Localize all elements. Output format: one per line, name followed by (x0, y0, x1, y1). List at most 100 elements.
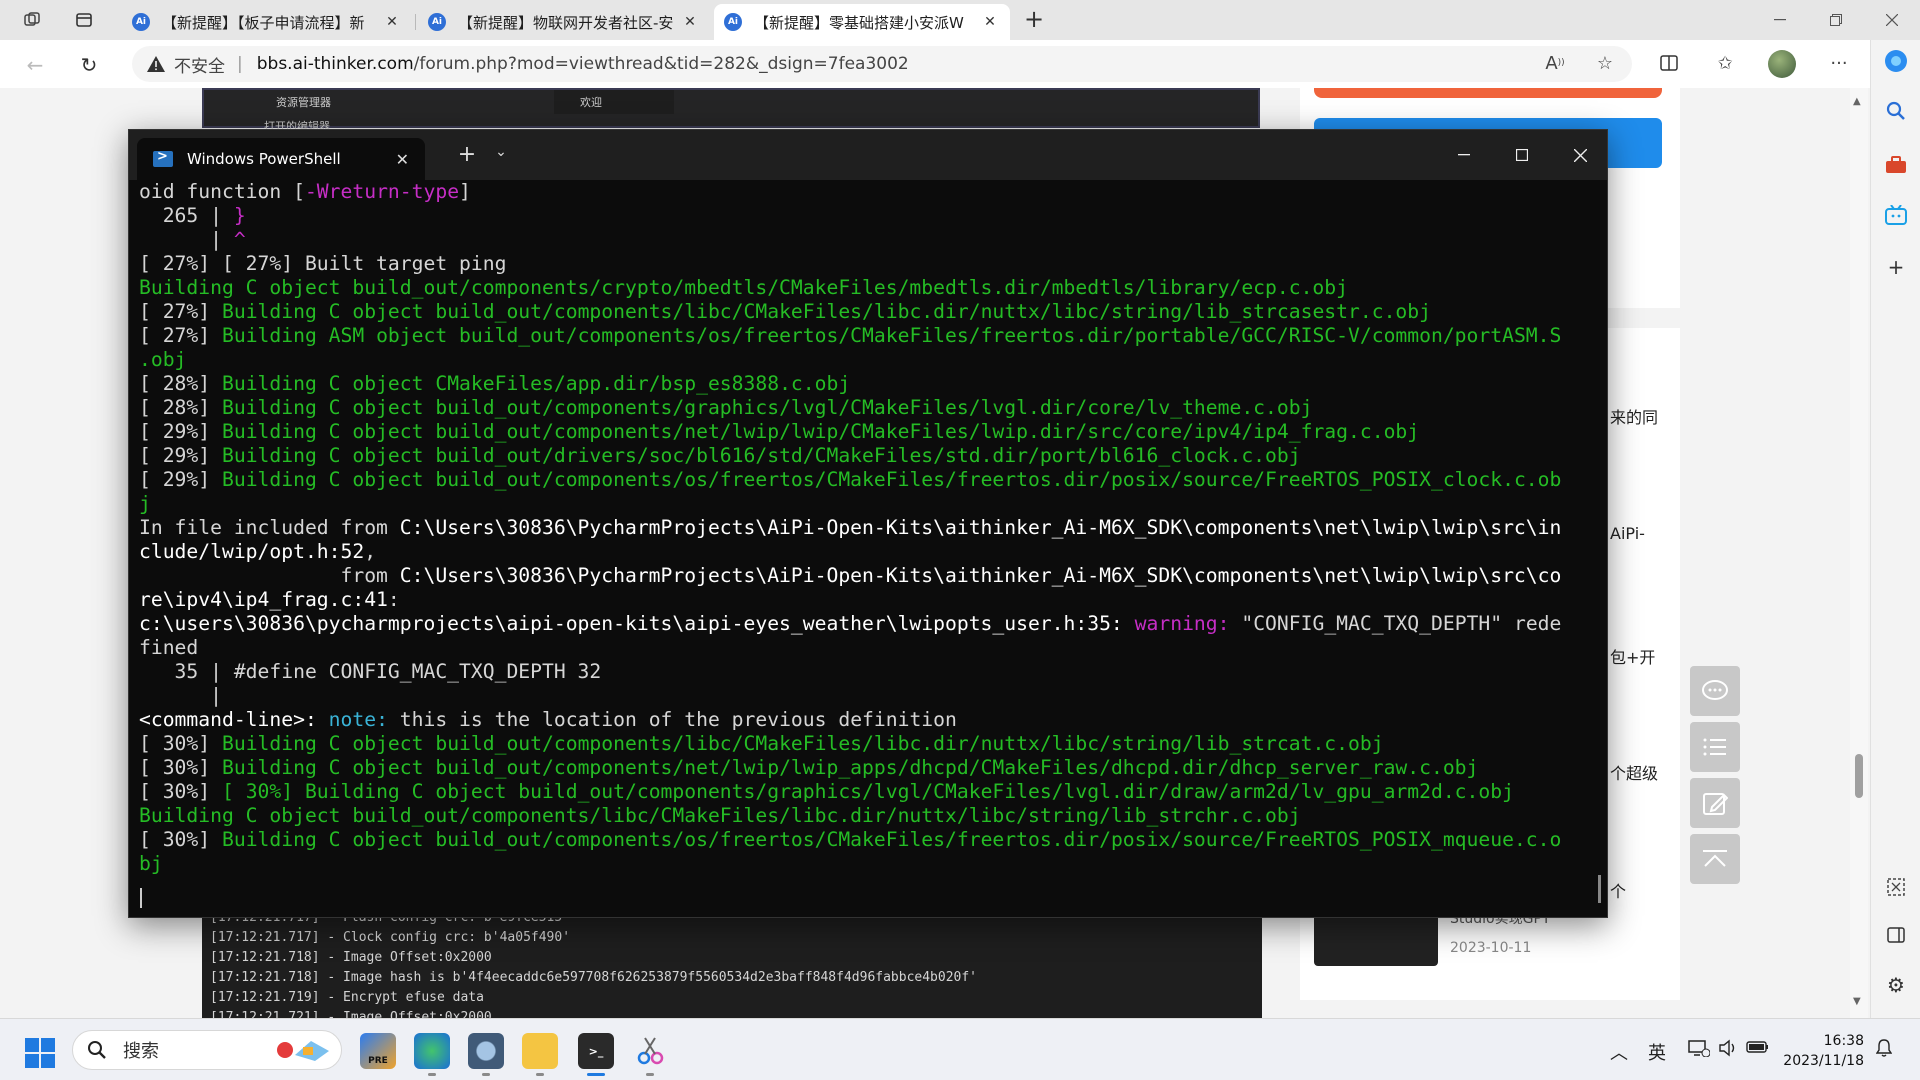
profile-avatar[interactable] (1768, 50, 1796, 78)
windows-start-button[interactable] (25, 1038, 55, 1068)
browser-tab[interactable]: Ai 【新提醒】【板子申请流程】新 ✕ (122, 4, 412, 40)
powershell-window[interactable]: Windows PowerShell ✕ + ⌄ oid function [-… (128, 129, 1608, 918)
terminal-text-segment: warning: (1134, 612, 1242, 635)
copilot-icon[interactable] (1881, 46, 1911, 76)
edit-button[interactable] (1690, 778, 1740, 828)
terminal-dropdown-chevron-icon[interactable]: ⌄ (487, 144, 515, 160)
settings-gear-icon[interactable]: ⚙ (1881, 970, 1911, 1000)
close-window-icon[interactable] (1864, 0, 1920, 40)
close-tab-icon[interactable]: ✕ (980, 14, 1000, 30)
close-tab-icon[interactable]: ✕ (680, 14, 700, 30)
browser-tab[interactable]: Ai 【新提醒】物联网开发者社区-安 ✕ (418, 4, 710, 40)
terminal-line: re\ipv4\ip4_frag.c:41: (139, 588, 1597, 612)
terminal-titlebar[interactable]: Windows PowerShell ✕ + ⌄ (129, 130, 1607, 180)
article-snippet[interactable]: 包+开 (1610, 644, 1655, 668)
terminal-text-segment: [ 28%] (139, 396, 222, 419)
terminal-text-segment: 35 | #define CONFIG_MAC_TXQ_DEPTH 32 (139, 660, 602, 683)
warning-triangle-icon (147, 56, 165, 72)
terminal-close-icon[interactable] (1551, 130, 1609, 180)
split-screen-icon[interactable] (1654, 48, 1684, 78)
hide-sidebar-icon[interactable] (1881, 920, 1911, 950)
terminal-text-segment: "CONFIG_MAC_TXQ_DEPTH" rede (1241, 612, 1562, 635)
terminal-maximize-icon[interactable] (1493, 130, 1551, 180)
minimize-window-icon[interactable] (1752, 0, 1808, 40)
tab-actions-icon[interactable] (70, 6, 98, 34)
terminal-text-segment: Building C object build_out/components/g… (221, 396, 1313, 419)
terminal-text-segment: Building C object build_out/components/o… (221, 468, 1562, 491)
system-clock[interactable]: 16:38 2023/11/18 (1780, 1031, 1864, 1071)
close-tab-icon[interactable]: ✕ (382, 14, 402, 30)
terminal-output[interactable]: oid function [-Wreturn-type] 265 | } | ^… (129, 180, 1607, 919)
comment-button[interactable] (1690, 666, 1740, 716)
terminal-text-segment: <command-line>: (139, 708, 329, 731)
article-snippet[interactable]: 来的同 (1610, 404, 1658, 428)
terminal-scrollbar-thumb[interactable] (1598, 875, 1601, 903)
terminal-text-segment: C:\Users\30836\PycharmProjects\AiPi-Open… (399, 564, 1562, 587)
terminal-text-segment: [ 28%] (139, 372, 222, 395)
address-bar[interactable]: 不安全 | bbs.ai-thinker.com/forum.php?mod=v… (132, 46, 1632, 82)
more-menu-icon[interactable]: ··· (1824, 48, 1854, 78)
scroll-up-arrow-icon[interactable]: ▲ (1853, 96, 1861, 107)
terminal-minimize-icon[interactable] (1435, 130, 1493, 180)
tools-briefcase-icon[interactable] (1881, 150, 1911, 180)
page-scrollbar[interactable]: ▲ ▼ (1850, 88, 1868, 1018)
volume-icon[interactable] (1718, 1039, 1738, 1062)
add-sidebar-app-icon[interactable]: + (1881, 252, 1911, 282)
read-aloud-icon[interactable]: A)) (1540, 48, 1570, 78)
search-icon[interactable] (1881, 96, 1911, 126)
new-tab-button[interactable]: + (1020, 6, 1048, 34)
edge-sidebar: + ⚙ (1870, 40, 1920, 1018)
terminal-text-segment: this is the location of the previous def… (399, 708, 957, 731)
refresh-icon[interactable]: ↻ (74, 50, 104, 80)
copilot-preview-app-icon[interactable]: PRE (360, 1033, 396, 1069)
workspaces-icon[interactable] (18, 6, 46, 34)
terminal-app-icon[interactable]: >_ (578, 1033, 614, 1069)
snipping-tool-app-icon[interactable] (632, 1033, 668, 1069)
back-to-top-button[interactable] (1690, 834, 1740, 884)
close-terminal-tab-icon[interactable]: ✕ (396, 150, 409, 169)
not-secure-label[interactable]: 不安全 (174, 52, 225, 77)
new-terminal-tab-button[interactable]: + (453, 142, 481, 167)
favorite-star-icon[interactable]: ☆ (1590, 48, 1620, 78)
terminal-text-segment: [ 30%] (139, 756, 222, 779)
windows-taskbar: 搜索 PRE >_ ︿ 英 16:38 2023/11/18 (0, 1018, 1920, 1080)
battery-icon[interactable] (1746, 1039, 1770, 1060)
browser-tab-active[interactable]: Ai 【新提醒】零基础搭建小安派W ✕ (714, 4, 1010, 40)
terminal-text-segment: [ 29%] (139, 468, 222, 491)
file-explorer-app-icon[interactable] (522, 1033, 558, 1069)
terminal-text-segment: bj (139, 852, 163, 875)
network-icon[interactable] (1688, 1039, 1711, 1062)
log-line: [17:12:21.719] - Encrypt efuse data (210, 990, 484, 1005)
settings-app-icon[interactable] (468, 1033, 504, 1069)
article-snippet[interactable]: AiPi- (1610, 524, 1645, 543)
list-button[interactable] (1690, 722, 1740, 772)
notifications-bell-icon[interactable] (1875, 1039, 1893, 1062)
terminal-line: [ 30%] Building C object build_out/compo… (139, 828, 1597, 852)
bilibili-tv-icon[interactable] (1881, 200, 1911, 230)
restore-window-icon[interactable] (1808, 0, 1864, 40)
article-snippet[interactable]: 个超级 (1610, 760, 1658, 784)
terminal-text-segment: [ 30%] Building C object build_out/compo… (221, 780, 1514, 803)
vscode-welcome-label: 欢迎 (580, 96, 602, 109)
search-highlight-icon (271, 1035, 331, 1066)
scrollbar-thumb[interactable] (1855, 754, 1863, 798)
input-method-indicator[interactable]: 英 (1648, 1039, 1666, 1065)
taskbar-search-box[interactable]: 搜索 (72, 1030, 342, 1070)
log-line: [17:12:21.718] - Image Offset:0x2000 (210, 950, 492, 965)
terminal-line: In file included from C:\Users\30836\Pyc… (139, 516, 1597, 540)
terminal-line: | (139, 684, 1597, 708)
terminal-line: Building C object build_out/components/l… (139, 804, 1597, 828)
screenshot-icon[interactable] (1881, 872, 1911, 902)
show-hidden-icons-chevron-icon[interactable]: ︿ (1610, 1039, 1628, 1065)
search-icon (88, 1041, 106, 1059)
edge-browser-app-icon[interactable] (414, 1033, 450, 1069)
article-snippet[interactable]: 个 (1610, 878, 1626, 902)
terminal-tab[interactable]: Windows PowerShell ✕ (137, 138, 425, 180)
favorites-icon[interactable]: ✩ (1710, 48, 1740, 78)
article-date: 2023-10-11 (1450, 940, 1532, 956)
terminal-line: <command-line>: note: this is the locati… (139, 708, 1597, 732)
back-arrow-icon[interactable]: ← (20, 50, 50, 80)
terminal-text-segment: c:\users\30836\pycharmprojects\aipi-open… (139, 612, 1135, 635)
orange-banner-button[interactable] (1314, 88, 1662, 98)
scroll-down-arrow-icon[interactable]: ▼ (1853, 996, 1861, 1007)
